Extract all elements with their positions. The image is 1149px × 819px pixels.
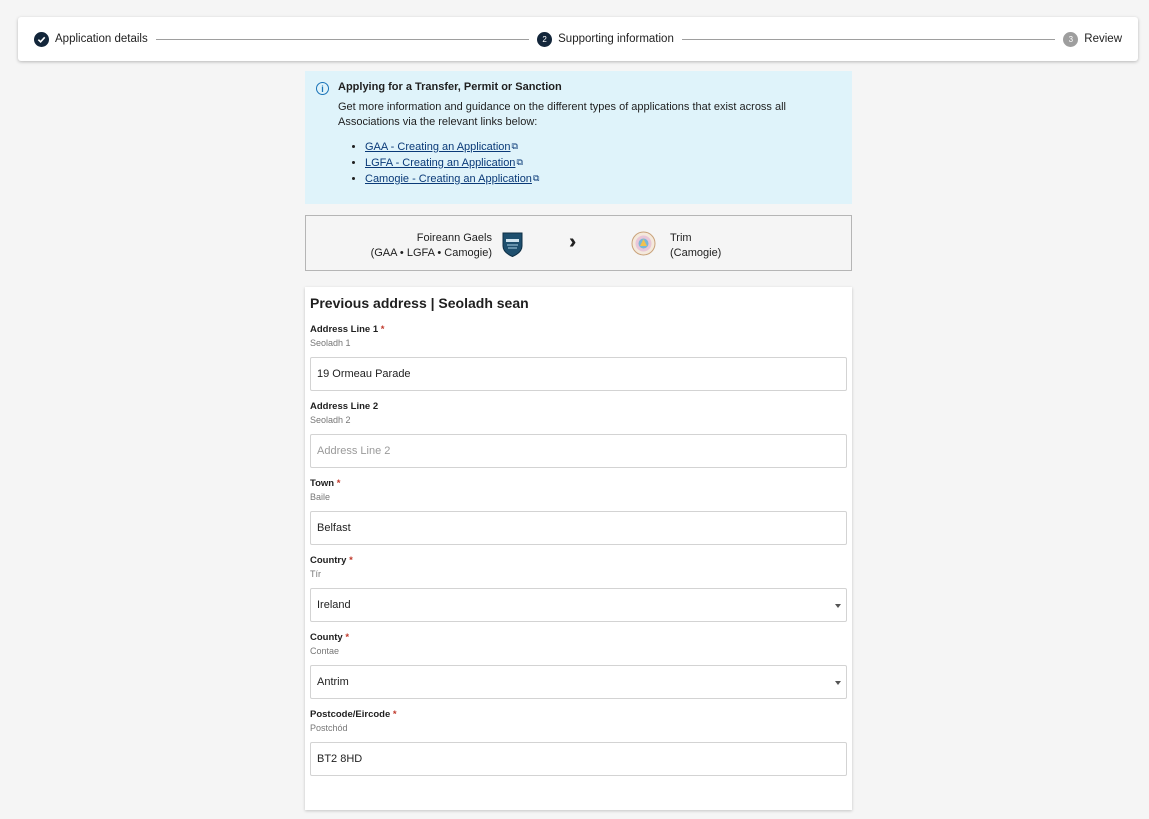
dropdown-arrow-icon (835, 681, 841, 685)
stepper: Application details 2 Supporting informa… (18, 17, 1138, 61)
step-review[interactable]: 3 Review (1063, 32, 1122, 47)
step-supporting-information[interactable]: 2 Supporting information (537, 32, 674, 47)
address-line-1-input[interactable]: 19 Ormeau Parade (310, 357, 847, 391)
gaa-link[interactable]: GAA - Creating an Application (365, 141, 511, 153)
required-marker: * (337, 478, 341, 489)
info-body: Get more information and guidance on the… (338, 100, 840, 130)
field-label: County (310, 632, 343, 643)
address-line-1-field: Address Line 1 * Seoladh 1 19 Ormeau Par… (310, 324, 847, 391)
select-value: Ireland (317, 599, 351, 611)
info-title: Applying for a Transfer, Permit or Sanct… (338, 81, 840, 93)
address-line-2-field: Address Line 2 Seoladh 2 Address Line 2 (310, 401, 847, 468)
list-item: Camogie - Creating an Application⧉ (365, 171, 840, 187)
country-field: Country * Tír Ireland (310, 555, 847, 622)
field-sublabel: Baile (310, 491, 847, 503)
from-club-associations: (GAA • LGFA • Camogie) (371, 246, 492, 261)
town-field: Town * Baile Belfast (310, 478, 847, 545)
county-select[interactable]: Antrim (310, 665, 847, 699)
external-link-icon: ⧉ (516, 155, 522, 170)
lgfa-link[interactable]: LGFA - Creating an Application (365, 157, 515, 169)
to-club-name: Trim (670, 231, 721, 246)
field-label: Postcode/Eircode (310, 709, 390, 720)
previous-address-form: Previous address | Seoladh sean Address … (305, 287, 852, 810)
field-sublabel: Seoladh 1 (310, 337, 847, 349)
field-label: Country (310, 555, 346, 566)
required-marker: * (349, 555, 353, 566)
check-icon (34, 32, 49, 47)
town-input[interactable]: Belfast (310, 511, 847, 545)
info-alert: i Applying for a Transfer, Permit or San… (305, 71, 852, 204)
info-icon: i (316, 82, 329, 95)
to-club: Trim (Camogie) (670, 231, 721, 261)
field-sublabel: Seoladh 2 (310, 414, 847, 426)
field-sublabel: Tír (310, 568, 847, 580)
club-crest-icon (631, 231, 656, 256)
list-item: GAA - Creating an Application⧉ (365, 139, 840, 155)
form-title: Previous address | Seoladh sean (310, 295, 847, 311)
field-label: Address Line 1 (310, 324, 378, 335)
to-club-associations: (Camogie) (670, 246, 721, 261)
external-link-icon: ⧉ (512, 139, 518, 154)
dropdown-arrow-icon (835, 604, 841, 608)
step-label: Application details (55, 33, 148, 45)
external-link-icon: ⧉ (533, 171, 539, 186)
club-crest-icon (502, 232, 523, 257)
camogie-link[interactable]: Camogie - Creating an Application (365, 173, 532, 185)
step-connector (156, 39, 529, 40)
postcode-input[interactable]: BT2 8HD (310, 742, 847, 776)
county-field: County * Contae Antrim (310, 632, 847, 699)
address-line-2-input[interactable]: Address Line 2 (310, 434, 847, 468)
field-sublabel: Contae (310, 645, 847, 657)
required-marker: * (381, 324, 385, 335)
required-marker: * (393, 709, 397, 720)
transfer-summary: Foireann Gaels (GAA • LGFA • Camogie) ››… (305, 215, 852, 271)
double-chevron-right-icon: ›› (569, 231, 570, 254)
field-label: Town (310, 478, 334, 489)
info-links: GAA - Creating an Application⧉ LGFA - Cr… (338, 139, 840, 187)
field-label: Address Line 2 (310, 401, 378, 412)
postcode-field: Postcode/Eircode * Postchód BT2 8HD (310, 709, 847, 776)
step-label: Review (1084, 33, 1122, 45)
step-application-details[interactable]: Application details (34, 32, 148, 47)
from-club: Foireann Gaels (GAA • LGFA • Camogie) (371, 231, 492, 261)
step-label: Supporting information (558, 33, 674, 45)
step-number: 2 (537, 32, 552, 47)
select-value: Antrim (317, 676, 349, 688)
from-club-name: Foireann Gaels (371, 231, 492, 246)
required-marker: * (345, 632, 349, 643)
country-select[interactable]: Ireland (310, 588, 847, 622)
field-sublabel: Postchód (310, 722, 847, 734)
list-item: LGFA - Creating an Application⧉ (365, 155, 840, 171)
step-connector (682, 39, 1055, 40)
step-number: 3 (1063, 32, 1078, 47)
